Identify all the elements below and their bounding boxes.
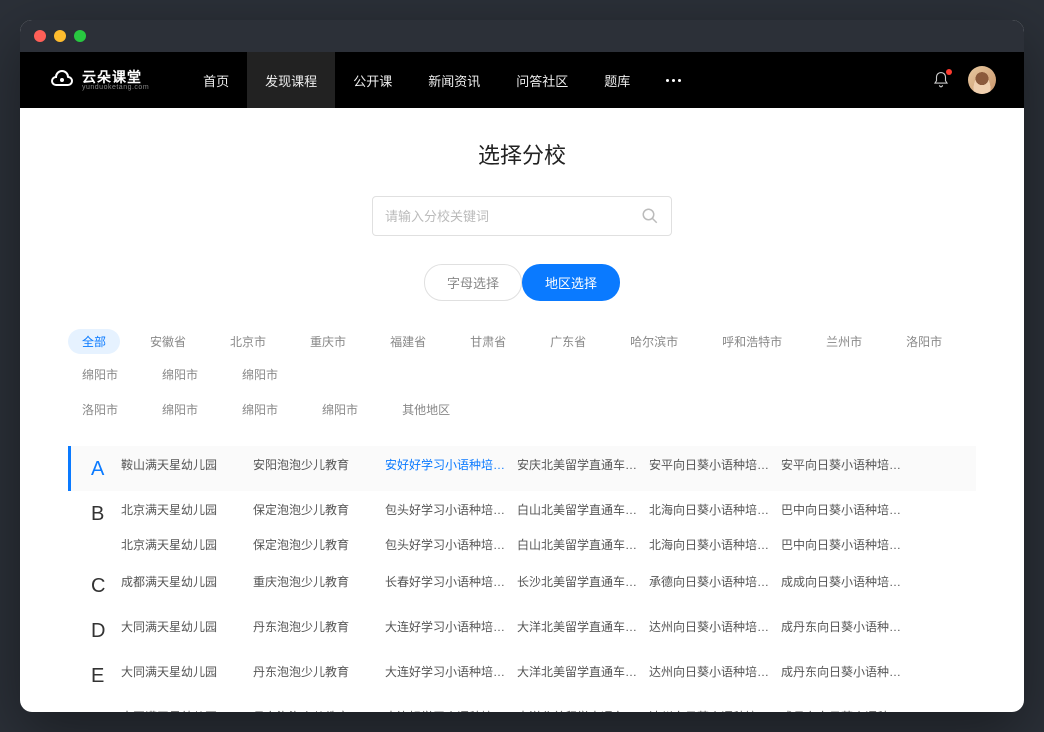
school-item[interactable]: 安平向日葵小语种培训班 bbox=[781, 456, 909, 473]
school-item[interactable]: 成丹东向日葵小语种培训班 bbox=[781, 618, 909, 635]
letter-section-D: D大同满天星幼儿园丹东泡泡少儿教育大连好学习小语种培训班大洋北美留学直通车分校达… bbox=[68, 608, 976, 653]
school-item[interactable]: 丹东泡泡少儿教育 bbox=[253, 708, 381, 712]
search-input[interactable] bbox=[385, 209, 641, 224]
search-icon[interactable] bbox=[641, 207, 659, 225]
school-item[interactable]: 成成向日葵小语种培训班 bbox=[781, 573, 909, 590]
nav-item-2[interactable]: 公开课 bbox=[335, 52, 410, 108]
cloud-logo-icon bbox=[48, 66, 76, 94]
nav-item-5[interactable]: 题库 bbox=[586, 52, 648, 108]
school-item[interactable]: 长春好学习小语种培训班 bbox=[385, 573, 513, 590]
letter-label: A bbox=[91, 456, 121, 481]
logo-text-en: yunduoketang.com bbox=[82, 84, 149, 91]
region-chip[interactable]: 全部 bbox=[68, 329, 120, 354]
school-item[interactable]: 大同满天星幼儿园 bbox=[121, 708, 249, 712]
region-chip[interactable]: 绵阳市 bbox=[68, 362, 132, 387]
letter-section-B: B北京满天星幼儿园保定泡泡少儿教育包头好学习小语种培训班白山北美留学直通车分校北… bbox=[68, 491, 976, 563]
filter-tab-letter[interactable]: 字母选择 bbox=[424, 264, 522, 301]
school-item[interactable]: 鞍山满天星幼儿园 bbox=[121, 456, 249, 473]
notification-badge bbox=[946, 69, 952, 75]
region-chip[interactable]: 兰州市 bbox=[812, 329, 876, 354]
main-navbar: 云朵课堂 yunduoketang.com 首页发现课程公开课新闻资讯问答社区题… bbox=[20, 52, 1024, 108]
school-item[interactable]: 重庆泡泡少儿教育 bbox=[253, 573, 381, 590]
school-item[interactable]: 达州向日葵小语种培训班 bbox=[649, 618, 777, 635]
region-chip[interactable]: 安徽省 bbox=[136, 329, 200, 354]
school-item[interactable]: 安庆北美留学直通车分校 bbox=[517, 456, 645, 473]
school-item[interactable]: 北海向日葵小语种培训班 bbox=[649, 501, 777, 518]
school-item[interactable]: 大洋北美留学直通车分校 bbox=[517, 663, 645, 680]
school-item[interactable]: 包头好学习小语种培训班 bbox=[385, 501, 513, 518]
region-chip[interactable]: 绵阳市 bbox=[148, 362, 212, 387]
school-item[interactable]: 大同满天星幼儿园 bbox=[121, 618, 249, 635]
letter-section-E: E大同满天星幼儿园丹东泡泡少儿教育大连好学习小语种培训班大洋北美留学直通车分校达… bbox=[68, 653, 976, 698]
letter-label: F bbox=[91, 708, 121, 712]
region-chip[interactable]: 其他地区 bbox=[388, 397, 464, 422]
notifications-button[interactable] bbox=[932, 71, 950, 89]
filter-tab-region[interactable]: 地区选择 bbox=[522, 264, 620, 301]
letter-label: D bbox=[91, 618, 121, 643]
school-item[interactable]: 包头好学习小语种培训班 bbox=[385, 536, 513, 553]
school-item[interactable]: 达州向日葵小语种培训班 bbox=[649, 708, 777, 712]
letter-label: E bbox=[91, 663, 121, 688]
region-chip[interactable]: 福建省 bbox=[376, 329, 440, 354]
user-avatar[interactable] bbox=[968, 66, 996, 94]
school-item[interactable]: 丹东泡泡少儿教育 bbox=[253, 663, 381, 680]
school-item[interactable]: 成丹东向日葵小语种培训班 bbox=[781, 663, 909, 680]
school-item[interactable]: 北京满天星幼儿园 bbox=[121, 536, 249, 553]
school-item[interactable]: 大洋北美留学直通车分校 bbox=[517, 618, 645, 635]
nav-item-0[interactable]: 首页 bbox=[185, 52, 247, 108]
letter-label: B bbox=[91, 501, 121, 553]
region-chip[interactable]: 呼和浩特市 bbox=[708, 329, 796, 354]
school-item[interactable]: 达州向日葵小语种培训班 bbox=[649, 663, 777, 680]
region-chip[interactable]: 甘肃省 bbox=[456, 329, 520, 354]
school-item[interactable]: 丹东泡泡少儿教育 bbox=[253, 618, 381, 635]
nav-item-4[interactable]: 问答社区 bbox=[498, 52, 586, 108]
school-item[interactable]: 北海向日葵小语种培训班 bbox=[649, 536, 777, 553]
school-item[interactable]: 大连好学习小语种培训班 bbox=[385, 663, 513, 680]
school-item[interactable]: 安阳泡泡少儿教育 bbox=[253, 456, 381, 473]
logo-text-cn: 云朵课堂 bbox=[82, 70, 149, 84]
school-item[interactable]: 北京满天星幼儿园 bbox=[121, 501, 249, 518]
school-item[interactable]: 安平向日葵小语种培训班 bbox=[649, 456, 777, 473]
nav-item-1[interactable]: 发现课程 bbox=[247, 52, 335, 108]
school-item[interactable]: 巴中向日葵小语种培训班 bbox=[781, 501, 909, 518]
region-chip[interactable]: 绵阳市 bbox=[148, 397, 212, 422]
nav-more-button[interactable] bbox=[648, 79, 699, 82]
window-titlebar bbox=[20, 20, 1024, 52]
region-chip[interactable]: 绵阳市 bbox=[228, 397, 292, 422]
region-chip[interactable]: 绵阳市 bbox=[228, 362, 292, 387]
page-title: 选择分校 bbox=[68, 138, 976, 170]
school-item[interactable]: 大洋北美留学直通车分校 bbox=[517, 708, 645, 712]
school-item[interactable]: 安好好学习小语种培训班 bbox=[385, 456, 513, 473]
region-chip[interactable]: 洛阳市 bbox=[892, 329, 956, 354]
school-item[interactable]: 大连好学习小语种培训班 bbox=[385, 708, 513, 712]
letter-section-A: A鞍山满天星幼儿园安阳泡泡少儿教育安好好学习小语种培训班安庆北美留学直通车分校安… bbox=[68, 446, 976, 491]
letter-section-C: C成都满天星幼儿园重庆泡泡少儿教育长春好学习小语种培训班长沙北美留学直通车分校承… bbox=[68, 563, 976, 608]
logo[interactable]: 云朵课堂 yunduoketang.com bbox=[48, 66, 149, 94]
school-item[interactable]: 大同满天星幼儿园 bbox=[121, 663, 249, 680]
maximize-window-button[interactable] bbox=[74, 30, 86, 42]
school-item[interactable]: 成都满天星幼儿园 bbox=[121, 573, 249, 590]
school-item[interactable]: 成丹东向日葵小语种培训班 bbox=[781, 708, 909, 712]
region-chip[interactable]: 重庆市 bbox=[296, 329, 360, 354]
search-box bbox=[372, 196, 672, 236]
school-item[interactable]: 保定泡泡少儿教育 bbox=[253, 536, 381, 553]
school-item[interactable]: 长沙北美留学直通车分校 bbox=[517, 573, 645, 590]
letter-label: C bbox=[91, 573, 121, 598]
school-item[interactable]: 白山北美留学直通车分校 bbox=[517, 536, 645, 553]
nav-item-3[interactable]: 新闻资讯 bbox=[410, 52, 498, 108]
school-item[interactable]: 大连好学习小语种培训班 bbox=[385, 618, 513, 635]
region-chip[interactable]: 洛阳市 bbox=[68, 397, 132, 422]
region-chip[interactable]: 哈尔滨市 bbox=[616, 329, 692, 354]
school-item[interactable]: 保定泡泡少儿教育 bbox=[253, 501, 381, 518]
region-chip[interactable]: 广东省 bbox=[536, 329, 600, 354]
school-item[interactable]: 白山北美留学直通车分校 bbox=[517, 501, 645, 518]
minimize-window-button[interactable] bbox=[54, 30, 66, 42]
region-chip[interactable]: 绵阳市 bbox=[308, 397, 372, 422]
close-window-button[interactable] bbox=[34, 30, 46, 42]
region-chip[interactable]: 北京市 bbox=[216, 329, 280, 354]
school-item[interactable]: 巴中向日葵小语种培训班 bbox=[781, 536, 909, 553]
letter-section-F: F大同满天星幼儿园丹东泡泡少儿教育大连好学习小语种培训班大洋北美留学直通车分校达… bbox=[68, 698, 976, 712]
school-item[interactable]: 承德向日葵小语种培训班 bbox=[649, 573, 777, 590]
